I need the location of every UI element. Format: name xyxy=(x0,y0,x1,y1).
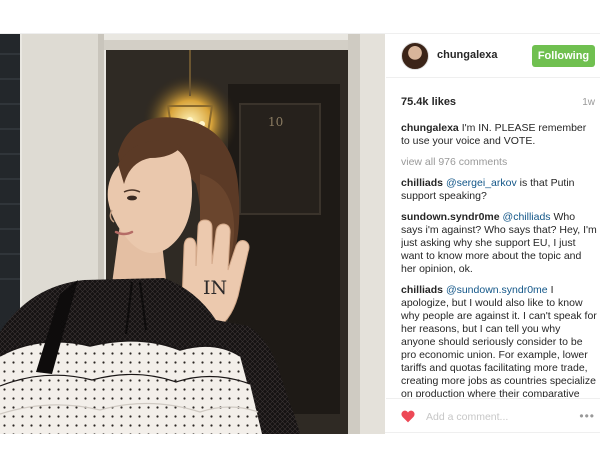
hand-writing: IN xyxy=(203,277,227,299)
post-age[interactable]: 1w xyxy=(582,97,595,108)
post-side-panel: chungalexa Following 75.4k likes 1w chun… xyxy=(386,34,600,434)
post-header: chungalexa Following xyxy=(386,34,600,78)
post-footer: Add a comment... ••• xyxy=(386,398,600,434)
comment-username[interactable]: sundown.syndr0me xyxy=(401,211,500,223)
author-username[interactable]: chungalexa xyxy=(437,49,498,61)
comments-list: chungalexa I'm IN. PLEASE remember to us… xyxy=(401,122,597,397)
comment-item: chilliads @sergei_arkov is that Putin su… xyxy=(401,177,597,203)
comment-mention[interactable]: @sergei_arkov xyxy=(446,177,517,189)
likes-count[interactable]: 75.4k likes xyxy=(401,96,456,108)
caption-username[interactable]: chungalexa xyxy=(401,122,459,134)
likes-row: 75.4k likes 1w xyxy=(401,96,595,112)
view-all-comments-link[interactable]: view all 976 comments xyxy=(401,156,597,169)
post-photo-illustration: 10 IN xyxy=(0,34,385,434)
comment-username[interactable]: chilliads xyxy=(401,177,443,189)
following-button[interactable]: Following xyxy=(532,45,595,67)
instagram-post: 10 IN chungalexa Following 75.4k likes 1… xyxy=(0,33,600,434)
caption: chungalexa I'm IN. PLEASE remember to us… xyxy=(401,122,597,148)
svg-text:10: 10 xyxy=(268,115,283,129)
comment-mention[interactable]: @chilliads xyxy=(503,211,551,223)
comment-mention[interactable]: @sundown.syndr0me xyxy=(446,284,548,296)
post-photo[interactable]: 10 IN xyxy=(0,34,385,434)
heart-icon[interactable] xyxy=(401,410,415,423)
add-comment-input[interactable]: Add a comment... xyxy=(426,411,508,423)
comment-item: sundown.syndr0me @chilliads Who says i'm… xyxy=(401,211,597,276)
comment-text: I apologize, but I would also like to kn… xyxy=(401,284,597,397)
avatar[interactable] xyxy=(401,42,429,70)
comment-item: chilliads @sundown.syndr0me I apologize,… xyxy=(401,284,597,397)
comment-username[interactable]: chilliads xyxy=(401,284,443,296)
more-options-icon[interactable]: ••• xyxy=(579,410,595,422)
